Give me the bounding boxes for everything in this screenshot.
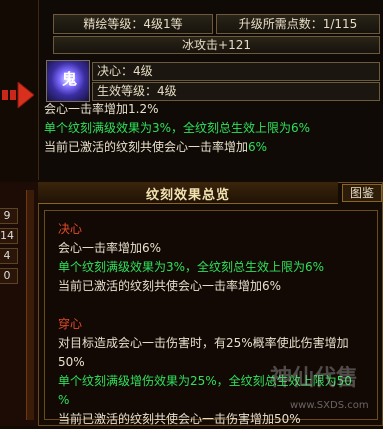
effect-line: 对目标造成会心一击伤害时，有25%概率使此伤害增加	[58, 336, 349, 350]
effective-level-label: 生效等级：4级	[92, 82, 380, 101]
desc-value: 6%	[248, 140, 268, 154]
gem-glyph: 鬼	[62, 70, 78, 88]
desc-text: 当前已激活的纹刻共使会心一击率增加	[44, 140, 249, 154]
stat-number-box: 4	[0, 248, 18, 264]
stat-number-box: 0	[0, 268, 18, 284]
desc-line: 单个纹刻满级效果为3%，全纹刻总生效上限为6%	[44, 121, 311, 135]
watermark-logo: 神仙代售	[270, 365, 359, 391]
effect-line: 当前已激活的纹刻共使会心一击伤害增加50%	[58, 412, 301, 426]
desc-line: 会心一击率增加1.2%	[44, 102, 159, 116]
effect-title-chuanxin: 穿心	[58, 317, 83, 331]
effect-line: 当前已激活的纹刻共使会心一击率增加6%	[58, 279, 282, 293]
stat-number-box: 9	[0, 208, 18, 224]
engraving-description: 会心一击率增加1.2% 单个纹刻满级效果为3%，全纹刻总生效上限为6% 当前已激…	[44, 100, 380, 157]
refine-grade-label: 精绘等级：4级1等	[53, 14, 213, 34]
effect-line: 会心一击率增加6%	[58, 241, 162, 255]
stat-number-box: 14	[0, 228, 18, 244]
effect-spacer	[58, 296, 378, 315]
watermark-url: www.SXDS.com	[290, 400, 369, 411]
engraving-name-level: 决心：4级	[92, 62, 380, 81]
effect-line: 单个纹刻满级效果为3%，全纹刻总生效上限为6%	[58, 260, 325, 274]
side-scrollbar[interactable]	[26, 190, 34, 420]
catalog-button[interactable]: 图鉴	[342, 184, 382, 202]
effect-title-juexin: 决心	[58, 222, 83, 236]
arrow-right-icon	[2, 82, 34, 108]
skill-bonus-label: 冰攻击+121	[53, 36, 380, 54]
upgrade-points-label: 升级所需点数：1/115	[216, 14, 380, 34]
desc-line: 当前已激活的纹刻共使会心一击率增加6%	[44, 138, 380, 157]
overview-title: 纹刻效果总览	[145, 188, 230, 203]
